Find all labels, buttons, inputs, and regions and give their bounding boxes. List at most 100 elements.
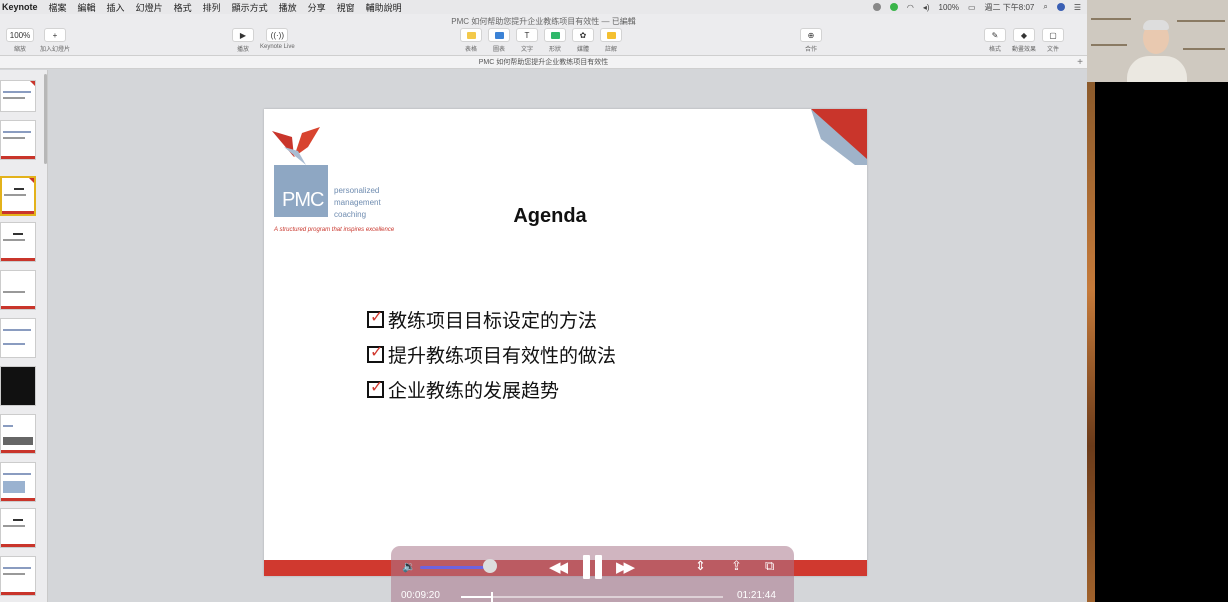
- slide-thumbnail[interactable]: [0, 270, 36, 310]
- right-panel: [1087, 0, 1228, 602]
- menu-item-file[interactable]: 檔案: [49, 1, 67, 14]
- agenda-item: ✓ 提升教练项目有效性的做法: [367, 337, 616, 372]
- toolbar: PMC 如何帮助您提升企业教练项目有效性 — 已編輯 100% 縮放 + 加入幻…: [0, 14, 1087, 56]
- media-icon: ✿: [572, 28, 594, 42]
- video-controls: 🔉 ◀◀ ▶▶ ⇕ ⇪ ⧉ 00:09:20 01:21:44: [391, 546, 794, 602]
- app-menu[interactable]: Keynote: [2, 2, 38, 12]
- zoom-label: 縮放: [13, 47, 26, 53]
- menu-item-insert[interactable]: 插入: [107, 1, 125, 14]
- add-slide-label: 加入幻燈片: [40, 47, 71, 53]
- slide-thumbnail[interactable]: [0, 318, 36, 358]
- text-icon: T: [516, 28, 538, 42]
- zoom-control[interactable]: 100% 縮放: [6, 28, 34, 53]
- chart-button[interactable]: 圖表: [488, 28, 510, 53]
- share-icon[interactable]: ⇪: [731, 558, 742, 574]
- slide-thumbnail[interactable]: [0, 508, 36, 548]
- text-label: 文字: [520, 47, 533, 53]
- menu-item-format[interactable]: 格式: [174, 1, 192, 14]
- current-time: 00:09:20: [401, 590, 440, 601]
- slide-thumbnail[interactable]: [0, 462, 36, 502]
- clock[interactable]: 週二 下午8:07: [985, 2, 1035, 13]
- media-label: 媒體: [576, 47, 589, 53]
- slide-thumbnail[interactable]: [0, 80, 36, 112]
- volume-slider[interactable]: [420, 566, 491, 569]
- format-label: 格式: [988, 47, 1001, 53]
- collaborate-label: 合作: [804, 47, 817, 53]
- new-tab-icon[interactable]: +: [1077, 56, 1083, 69]
- slide-thumbnail[interactable]: [0, 120, 36, 160]
- slide-thumbnail[interactable]: [0, 366, 36, 406]
- webcam-feed: [1087, 0, 1228, 82]
- search-icon[interactable]: ⌕: [1043, 2, 1047, 12]
- slide-thumbnail[interactable]: [0, 414, 36, 454]
- table-label: 表格: [464, 47, 477, 53]
- airplay-icon[interactable]: ⇕: [695, 558, 706, 574]
- pause-icon: [583, 555, 590, 579]
- text-button[interactable]: T 文字: [516, 28, 538, 53]
- slide-thumbnail[interactable]: [0, 556, 36, 596]
- menu-item-slide[interactable]: 幻燈片: [136, 1, 163, 14]
- collaborate-button[interactable]: ⊕ 合作: [800, 28, 822, 53]
- document-button[interactable]: ▢ 文件: [1042, 28, 1065, 53]
- play-button[interactable]: ▶ 播放: [232, 28, 254, 53]
- agenda-item-text: 教练项目目标设定的方法: [388, 310, 598, 332]
- format-button[interactable]: ✎ 格式: [984, 28, 1006, 53]
- plus-icon: +: [44, 28, 66, 42]
- slide-thumbnail-selected[interactable]: [0, 176, 36, 216]
- siri-icon[interactable]: [1056, 3, 1065, 11]
- slide-heading: Agenda: [513, 205, 587, 227]
- fast-forward-icon[interactable]: ▶▶: [616, 558, 635, 576]
- person-hair: [1143, 20, 1169, 30]
- toolbar-inspector-group: ✎ 格式 ◆ 動畫效果 ▢ 文件: [984, 28, 1065, 53]
- zoom-value[interactable]: 100%: [6, 28, 34, 42]
- comment-button[interactable]: 註解: [600, 28, 622, 53]
- shape-button[interactable]: 形狀: [544, 28, 566, 53]
- media-button[interactable]: ✿ 媒體: [572, 28, 594, 53]
- add-slide-button[interactable]: + 加入幻燈片: [40, 28, 70, 53]
- volume-icon[interactable]: ◂): [923, 3, 930, 12]
- menu-item-edit[interactable]: 編輯: [78, 1, 96, 14]
- agenda-item: ✓ 教练项目目标设定的方法: [367, 302, 616, 337]
- volume-knob[interactable]: [483, 559, 498, 573]
- volume-icon[interactable]: 🔉: [402, 560, 416, 573]
- progress-played: [461, 596, 491, 598]
- menu-item-view[interactable]: 顯示方式: [232, 1, 268, 14]
- pause-button[interactable]: [583, 555, 603, 579]
- broadcast-icon: ((·)): [266, 28, 289, 42]
- toolbar-collab-group: ⊕ 合作: [800, 28, 822, 53]
- desktop-wallpaper-strip: [1087, 82, 1095, 602]
- menu-item-arrange[interactable]: 排列: [203, 1, 221, 14]
- menu-item-share[interactable]: 分享: [308, 1, 326, 14]
- menu-item-help[interactable]: 輔助說明: [366, 1, 402, 14]
- shape-label: 形狀: [548, 47, 561, 53]
- battery-icon[interactable]: ▭: [968, 3, 976, 12]
- brush-icon: ✎: [984, 28, 1006, 42]
- status-icon[interactable]: [872, 3, 881, 11]
- document-tab-bar: PMC 如何帮助您提升企业教练项目有效性 +: [0, 56, 1087, 69]
- menu-item-play[interactable]: 播放: [279, 1, 297, 14]
- animate-icon: ◆: [1013, 28, 1035, 42]
- agenda-item: ✓ 企业教练的发展趋势: [367, 372, 616, 407]
- keynote-live-button[interactable]: ((·)) Keynote Live: [260, 28, 295, 53]
- slide-canvas[interactable]: PMC personalized management coaching A s…: [264, 109, 867, 576]
- rewind-icon[interactable]: ◀◀: [549, 558, 568, 576]
- play-label: 播放: [236, 47, 249, 53]
- status-area: ◠ ◂) 100% ▭ 週二 下午8:07 ⌕ ☰: [872, 0, 1081, 14]
- table-icon: [460, 28, 482, 42]
- checkbox-icon: ✓: [367, 344, 384, 363]
- progress-track[interactable]: [461, 592, 723, 602]
- picture-in-picture-icon[interactable]: ⧉: [765, 558, 774, 574]
- wifi-icon[interactable]: ◠: [907, 3, 914, 12]
- animate-button[interactable]: ◆ 動畫效果: [1012, 28, 1036, 53]
- navigator-scrollbar[interactable]: [44, 74, 47, 164]
- playhead[interactable]: [490, 592, 493, 602]
- control-center-icon[interactable]: ☰: [1074, 3, 1081, 12]
- document-tab[interactable]: PMC 如何帮助您提升企业教练项目有效性: [479, 59, 609, 66]
- document-icon: ▢: [1042, 28, 1065, 42]
- line-app-icon[interactable]: [889, 3, 898, 11]
- toolbar-left: 100% 縮放 + 加入幻燈片: [6, 28, 70, 53]
- menu-item-window[interactable]: 視窗: [337, 1, 355, 14]
- slide-thumbnail[interactable]: [0, 222, 36, 262]
- person-add-icon: ⊕: [800, 28, 822, 42]
- table-button[interactable]: 表格: [460, 28, 482, 53]
